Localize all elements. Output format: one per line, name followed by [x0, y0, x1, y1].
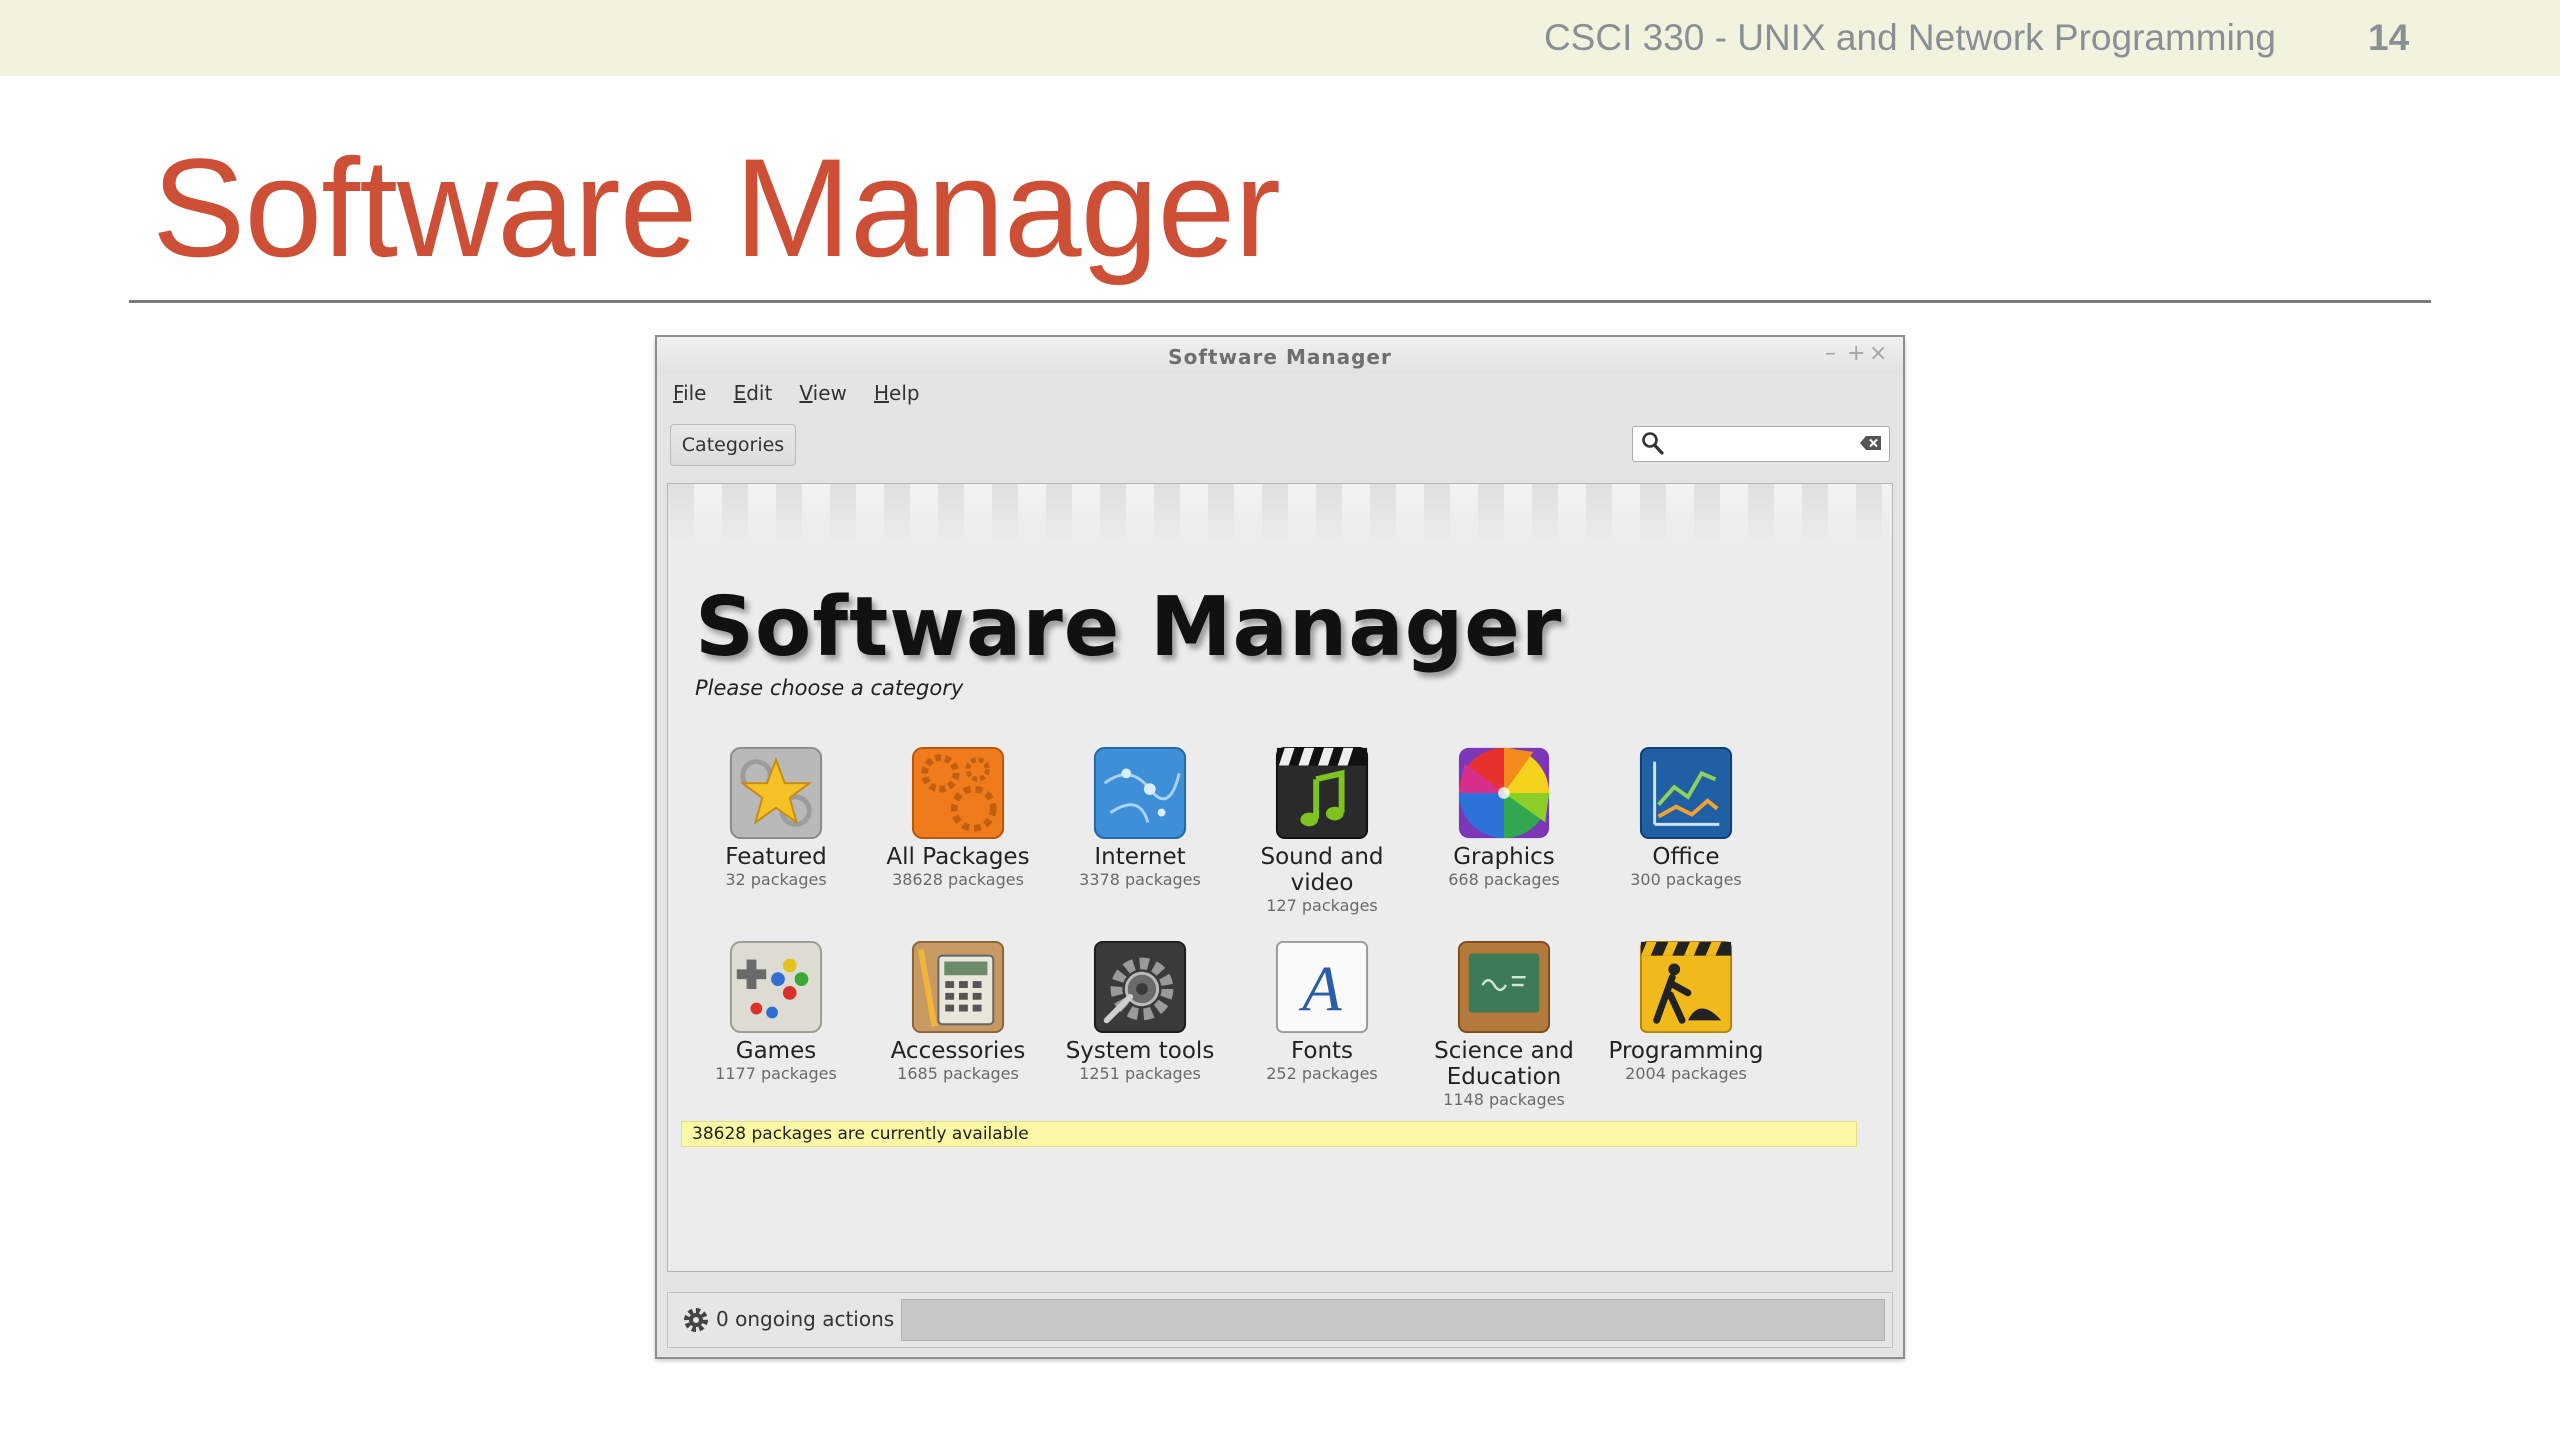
category-count: 3378 packages — [1079, 870, 1201, 889]
progress-bar — [901, 1299, 1885, 1341]
category-count: 1148 packages — [1443, 1090, 1565, 1109]
category-count: 1251 packages — [1079, 1064, 1201, 1083]
close-button[interactable]: × — [1869, 341, 1887, 366]
minimize-button[interactable]: – — [1825, 341, 1836, 366]
category-graphics[interactable]: Graphics 668 packages — [1414, 744, 1594, 890]
category-label: System tools — [1065, 1038, 1215, 1064]
category-count: 252 packages — [1266, 1064, 1378, 1083]
category-count: 1177 packages — [715, 1064, 837, 1083]
category-count: 38628 packages — [892, 870, 1024, 889]
category-label: Programming — [1608, 1038, 1764, 1064]
category-accessories[interactable]: Accessories 1685 packages — [868, 938, 1048, 1084]
system-tools-gear-icon — [1093, 940, 1187, 1034]
category-label: Graphics — [1453, 844, 1555, 870]
category-games[interactable]: Games 1177 packages — [686, 938, 866, 1084]
category-programming[interactable]: Programming 2004 packages — [1596, 938, 1776, 1084]
menu-help[interactable]: Help — [874, 381, 920, 405]
programming-construction-icon — [1639, 940, 1733, 1034]
accessories-calculator-icon — [911, 940, 1005, 1034]
maximize-button[interactable]: + — [1847, 341, 1865, 366]
software-manager-window: Software Manager – + × File Edit View He… — [655, 335, 1905, 1359]
graphics-color-wheel-icon — [1458, 747, 1550, 839]
category-system-tools[interactable]: System tools 1251 packages — [1050, 938, 1230, 1084]
bottom-status-bar: 0 ongoing actions — [667, 1292, 1893, 1348]
featured-star-icon — [729, 746, 823, 840]
category-count: 127 packages — [1266, 896, 1378, 915]
course-title: CSCI 330 - UNIX and Network Programming — [1543, 17, 2276, 58]
category-count: 2004 packages — [1625, 1064, 1747, 1083]
svg-text:A: A — [1298, 953, 1342, 1025]
category-label: Science and Education — [1434, 1038, 1574, 1090]
menubar: File Edit View Help — [673, 381, 942, 411]
category-label: All Packages — [886, 844, 1030, 870]
window-title: Software Manager — [1168, 345, 1392, 369]
category-label: Featured — [725, 844, 827, 870]
window-titlebar[interactable]: Software Manager – + × — [657, 337, 1903, 373]
science-blackboard-icon — [1457, 940, 1551, 1034]
category-label: Sound and video — [1260, 844, 1384, 896]
category-count: 300 packages — [1630, 870, 1742, 889]
header-stripes — [668, 484, 1892, 544]
menu-edit[interactable]: Edit — [734, 381, 773, 405]
category-count: 1685 packages — [897, 1064, 1019, 1083]
category-featured[interactable]: Featured 32 packages — [686, 744, 866, 890]
category-count: 32 packages — [725, 870, 827, 889]
fonts-letter-a-icon: A — [1275, 940, 1369, 1034]
category-all-packages[interactable]: All Packages 38628 packages — [868, 744, 1048, 890]
search-icon — [1641, 431, 1665, 461]
categories-button[interactable]: Categories — [670, 424, 796, 466]
clear-search-icon[interactable] — [1859, 435, 1883, 455]
category-science-and-education[interactable]: Science and Education 1148 packages — [1414, 938, 1594, 1110]
all-packages-gears-icon — [911, 746, 1005, 840]
slide-header-band: CSCI 330 - UNIX and Network Programming … — [0, 0, 2560, 76]
app-subheading: Please choose a category — [695, 676, 964, 700]
ongoing-actions-label: 0 ongoing actions — [716, 1307, 895, 1331]
category-label: Games — [735, 1038, 817, 1064]
internet-globe-icon — [1093, 746, 1187, 840]
category-label: Office — [1652, 844, 1720, 870]
category-label: Fonts — [1290, 1038, 1354, 1064]
status-banner: 38628 packages are currently available — [681, 1121, 1857, 1147]
menu-view[interactable]: View — [799, 381, 846, 405]
category-sound-and-video[interactable]: Sound and video 127 packages — [1232, 744, 1412, 916]
category-internet[interactable]: Internet 3378 packages — [1050, 744, 1230, 890]
sound-video-clapper-icon — [1275, 746, 1369, 840]
category-label: Internet — [1094, 844, 1186, 870]
gear-icon[interactable] — [682, 1306, 710, 1338]
slide-number: 14 — [2368, 17, 2410, 58]
app-heading: Software Manager — [695, 580, 1563, 675]
menu-file[interactable]: File — [673, 381, 706, 405]
category-label: Accessories — [890, 1038, 1026, 1064]
office-chart-icon — [1639, 746, 1733, 840]
category-pane: Software Manager Please choose a categor… — [667, 483, 1893, 1272]
search-box[interactable] — [1632, 426, 1890, 462]
search-input[interactable] — [1669, 429, 1853, 459]
category-count: 668 packages — [1448, 870, 1560, 889]
games-gamepad-icon — [729, 940, 823, 1034]
category-fonts[interactable]: A Fonts 252 packages — [1232, 938, 1412, 1084]
title-divider — [129, 300, 2431, 303]
category-office[interactable]: Office 300 packages — [1596, 744, 1776, 890]
slide-title: Software Manager — [152, 129, 1281, 286]
